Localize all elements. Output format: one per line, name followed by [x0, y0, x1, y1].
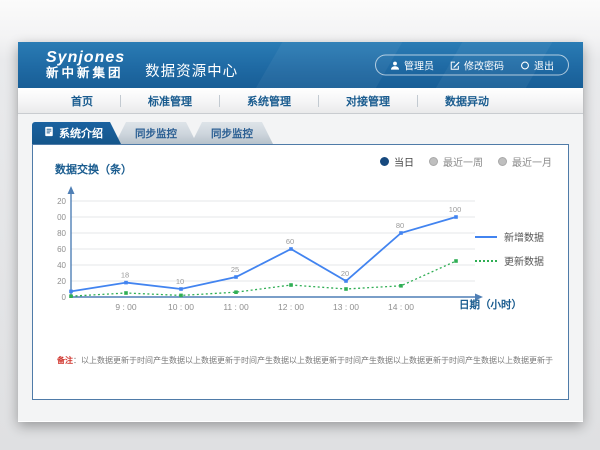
svg-text:18: 18 — [121, 271, 129, 280]
radio-label: 最近一月 — [512, 154, 552, 169]
chart-panel: 当日 最近一周 最近一月 数据交换（条） 0 20 40 60 80 100 120 9 : 00… — [32, 144, 569, 400]
tab-1[interactable]: 系统介绍 — [32, 122, 121, 144]
svg-text:60: 60 — [286, 237, 294, 246]
page-title: 数据资源中心 — [145, 60, 238, 81]
radio-icon — [380, 157, 389, 166]
chart-area: 0 20 40 60 80 100 120 9 : 00 10 : 00 11 : 00 12 : … — [57, 185, 487, 327]
y-axis-title: 数据交换（条） — [55, 161, 132, 177]
app-window: Synjones 新中新集团 数据资源中心 管理员修改密码退出 首页标准管理系统… — [18, 42, 583, 422]
nav-item-1[interactable]: 首页 — [44, 93, 120, 109]
svg-text:10 : 00: 10 : 00 — [168, 302, 194, 312]
tab-label: 同步监控 — [135, 126, 177, 141]
svg-text:11 : 00: 11 : 00 — [223, 302, 249, 312]
edit-icon — [450, 60, 460, 70]
svg-text:120: 120 — [57, 197, 67, 206]
svg-text:100: 100 — [449, 205, 462, 214]
legend-line-sample — [475, 260, 497, 262]
user-menu-修改密码[interactable]: 修改密码 — [450, 58, 504, 73]
tab-label: 系统介绍 — [59, 125, 103, 141]
doc-icon — [44, 126, 54, 140]
nav-item-2[interactable]: 标准管理 — [121, 93, 219, 109]
time-range-option-2[interactable]: 最近一周 — [429, 154, 483, 169]
radio-label: 当日 — [394, 154, 414, 169]
footnote-label: 备注 — [57, 356, 73, 365]
radio-icon — [498, 157, 507, 166]
tab-2[interactable]: 同步监控 — [115, 122, 197, 144]
time-range-option-3[interactable]: 最近一月 — [498, 154, 552, 169]
time-range-options: 当日 最近一周 最近一月 — [380, 154, 552, 169]
svg-text:12 : 00: 12 : 00 — [278, 302, 304, 312]
svg-text:40: 40 — [57, 261, 66, 270]
line-chart: 0 20 40 60 80 100 120 9 : 00 10 : 00 11 : 00 12 : … — [57, 185, 487, 327]
nav-item-5[interactable]: 数据异动 — [418, 93, 516, 109]
logo: Synjones 新中新集团 — [46, 50, 125, 80]
logo-company-name: 新中新集团 — [46, 67, 125, 80]
svg-text:10: 10 — [176, 277, 184, 286]
user-menu: 管理员 修改密码 退出 — [375, 55, 569, 76]
svg-text:14 : 00: 14 : 00 — [388, 302, 414, 312]
user-menu-退出[interactable]: 退出 — [520, 58, 554, 73]
legend-line-sample — [475, 236, 497, 238]
svg-text:25: 25 — [231, 265, 239, 274]
footnote-text: ：以上数据更新于时间产生数据以上数据更新于时间产生数据以上数据更新于时间产生数据… — [73, 356, 553, 365]
footnote: 备注：以上数据更新于时间产生数据以上数据更新于时间产生数据以上数据更新于时间产生… — [57, 355, 553, 366]
svg-text:20: 20 — [57, 277, 66, 286]
svg-text:100: 100 — [57, 213, 67, 222]
tab-3[interactable]: 同步监控 — [191, 122, 273, 144]
tab-bar: 系统介绍 同步监控 同步监控 — [32, 122, 273, 144]
legend-item: 更新数据 — [475, 253, 544, 268]
legend-label: 更新数据 — [504, 253, 544, 268]
app-header: Synjones 新中新集团 数据资源中心 管理员 修改密码 退出 — [18, 42, 583, 88]
svg-text:0: 0 — [62, 293, 67, 302]
logo-wordmark: Synjones — [46, 50, 125, 67]
svg-text:20: 20 — [341, 269, 349, 278]
nav-item-4[interactable]: 对接管理 — [319, 93, 417, 109]
radio-label: 最近一周 — [443, 154, 483, 169]
chart-legend: 新增数据更新数据 — [475, 229, 544, 277]
content-area: 系统介绍 同步监控 同步监控 当日 最近一周 最近一月 数据交换（条） 0 20 40 60 8… — [18, 114, 583, 421]
user-menu-label: 退出 — [534, 58, 554, 73]
svg-text:80: 80 — [57, 229, 66, 238]
time-range-option-1[interactable]: 当日 — [380, 154, 414, 169]
main-nav: 首页标准管理系统管理对接管理数据异动 — [18, 88, 583, 114]
user-menu-label: 修改密码 — [464, 58, 504, 73]
power-icon — [520, 60, 530, 70]
svg-text:60: 60 — [57, 245, 66, 254]
user-menu-管理员[interactable]: 管理员 — [390, 58, 434, 73]
user-menu-label: 管理员 — [404, 58, 434, 73]
svg-text:13 : 00: 13 : 00 — [333, 302, 359, 312]
nav-item-3[interactable]: 系统管理 — [220, 93, 318, 109]
svg-text:9 : 00: 9 : 00 — [115, 302, 137, 312]
svg-text:80: 80 — [396, 221, 404, 230]
tab-label: 同步监控 — [211, 126, 253, 141]
user-icon — [390, 60, 400, 70]
legend-label: 新增数据 — [504, 229, 544, 244]
radio-icon — [429, 157, 438, 166]
legend-item: 新增数据 — [475, 229, 544, 244]
x-axis-title: 日期（小时） — [459, 297, 539, 312]
